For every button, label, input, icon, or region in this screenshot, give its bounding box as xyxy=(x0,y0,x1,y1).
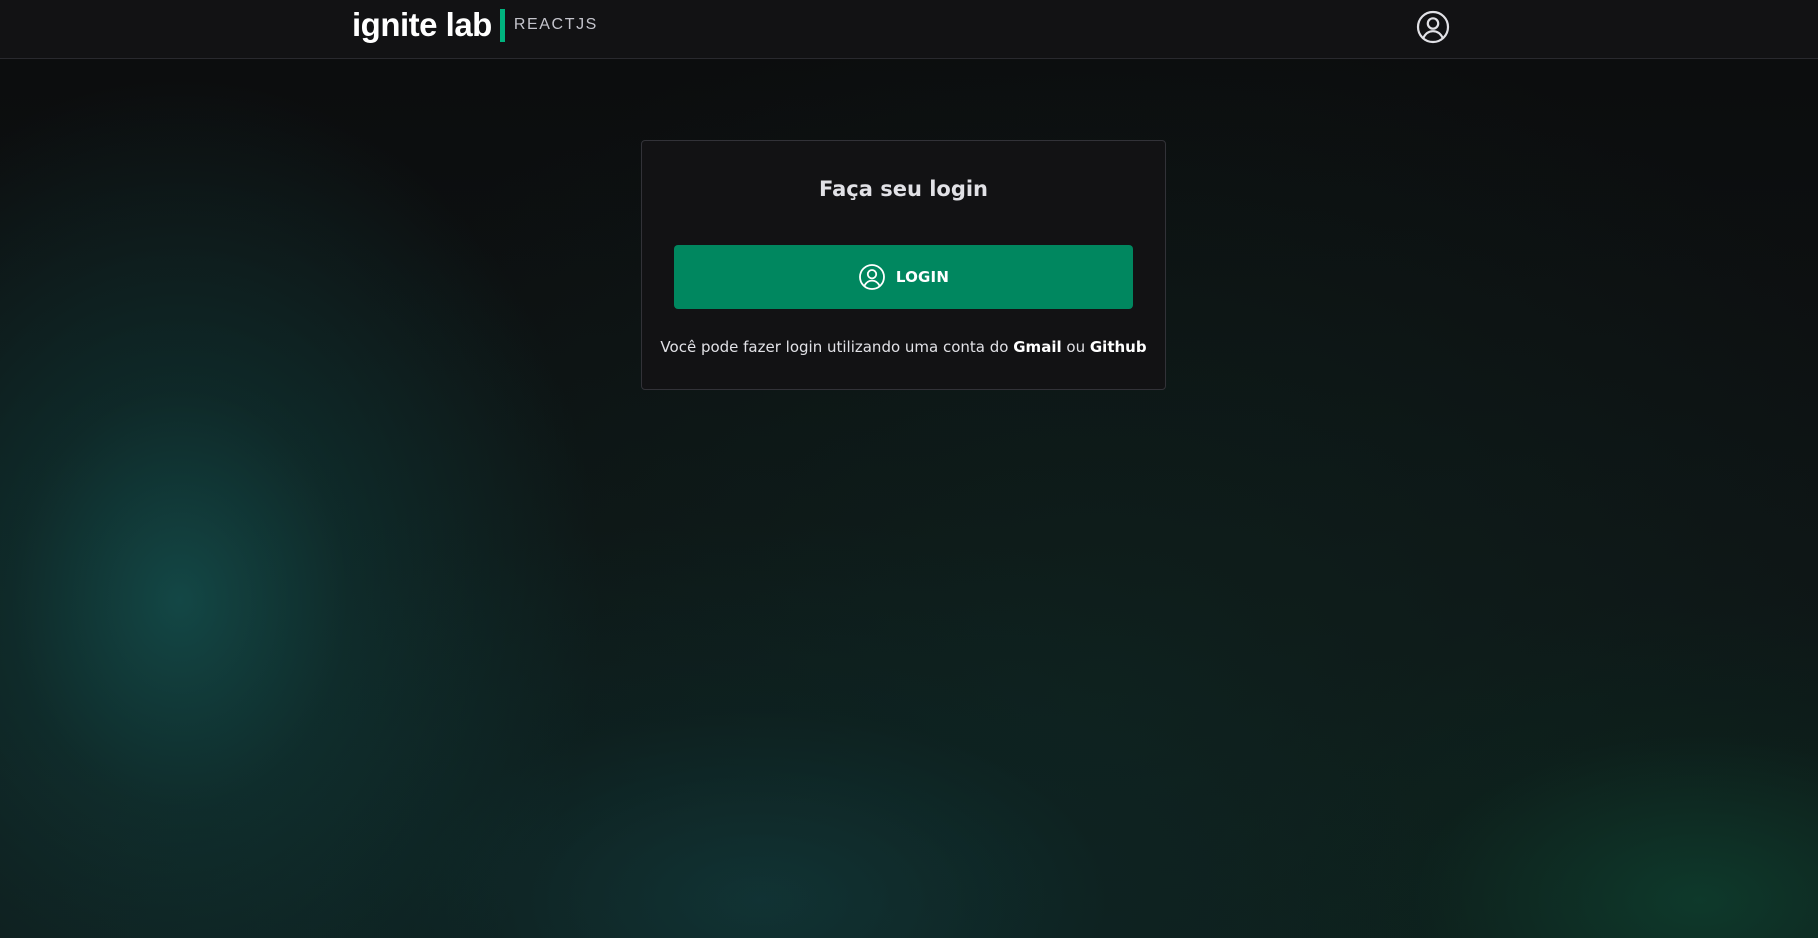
user-circle-icon xyxy=(858,263,886,291)
login-help-text: Você pode fazer login utilizando uma con… xyxy=(642,336,1165,358)
login-button-label: LOGIN xyxy=(895,268,950,286)
help-provider-gmail: Gmail xyxy=(1013,338,1062,356)
app-logo[interactable]: ignite lab REACTJS xyxy=(352,5,598,45)
login-button[interactable]: LOGIN xyxy=(674,245,1133,309)
login-page: ignite lab REACTJS Faça seu login LOGIN xyxy=(0,0,1818,938)
user-avatar-button[interactable] xyxy=(1415,9,1451,45)
help-joiner: ou xyxy=(1066,338,1086,356)
user-circle-icon xyxy=(1416,10,1450,44)
login-title: Faça seu login xyxy=(818,177,989,201)
logo-sub-text: REACTJS xyxy=(513,16,598,33)
help-prefix: Você pode fazer login utilizando uma con… xyxy=(660,338,1009,356)
logo-divider xyxy=(499,8,505,42)
login-card: Faça seu login LOGIN Você pode fazer log… xyxy=(641,140,1166,390)
logo-main-text: ignite lab xyxy=(352,6,492,43)
help-provider-github: Github xyxy=(1089,338,1147,356)
top-header: ignite lab REACTJS xyxy=(0,0,1818,59)
